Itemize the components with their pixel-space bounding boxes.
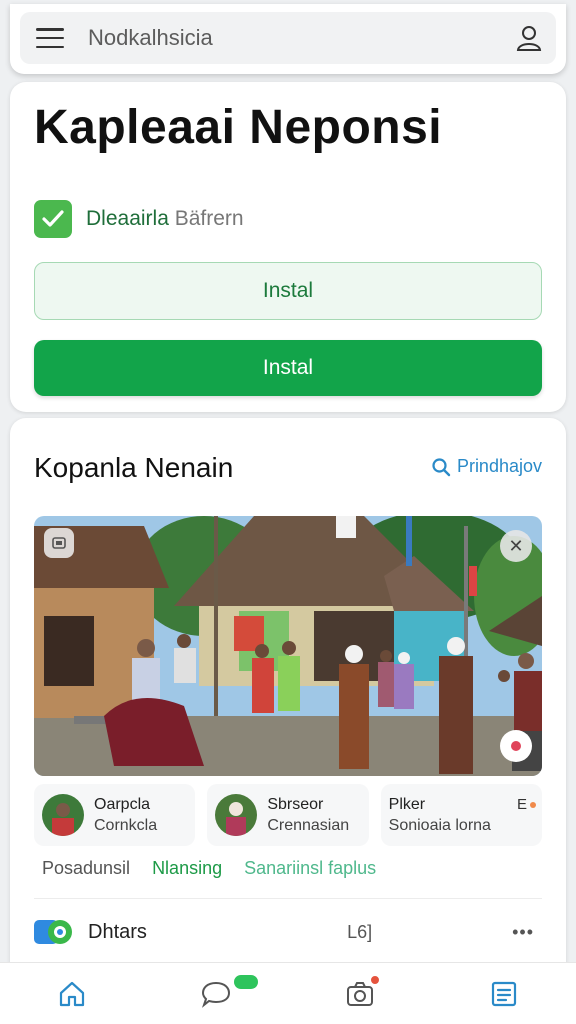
consent-checkbox-row[interactable]: Dleaairla Bäfrern bbox=[34, 200, 244, 238]
user-profile-icon[interactable] bbox=[514, 23, 544, 53]
profile-chip[interactable]: Oarpcla Cornkcla bbox=[34, 784, 196, 846]
nav-list[interactable] bbox=[432, 963, 576, 1024]
chip-subtitle: Sonioaia lorna bbox=[388, 817, 491, 834]
hamburger-menu-icon[interactable] bbox=[36, 28, 64, 48]
search-input[interactable]: Nodkalhsicia bbox=[88, 25, 514, 51]
search-icon bbox=[432, 457, 451, 476]
hero-photo[interactable]: ✕ bbox=[34, 516, 542, 776]
bottom-navigation bbox=[0, 962, 576, 1024]
list-icon bbox=[491, 981, 517, 1006]
profile-chip[interactable]: Plker Sonioaia lorna E bbox=[380, 784, 542, 846]
avatar bbox=[42, 794, 84, 836]
nav-home[interactable] bbox=[0, 963, 144, 1024]
divider bbox=[34, 898, 542, 899]
tab-posadunsil[interactable]: Posadunsil bbox=[42, 858, 130, 879]
section-title: Kopanla Nenain bbox=[34, 452, 234, 483]
record-icon[interactable] bbox=[500, 730, 532, 762]
profile-chip[interactable]: Sbrseor Crennasian bbox=[207, 784, 369, 846]
nav-camera[interactable] bbox=[288, 963, 432, 1024]
tab-sanariinsl[interactable]: Sanariinsl faplus bbox=[244, 858, 376, 879]
top-app-bar: Nodkalhsicia bbox=[10, 4, 566, 74]
checkbox-label: Dleaairla Bäfrern bbox=[86, 207, 244, 230]
chip-subtitle: Crennasian bbox=[267, 817, 350, 834]
install-outline-button[interactable]: Instal bbox=[34, 262, 542, 320]
chip-title: Sbrseor bbox=[267, 796, 324, 813]
list-item[interactable]: Dhtars L6] ••• bbox=[34, 912, 542, 952]
list-item-label: Dhtars bbox=[88, 920, 147, 943]
search-bar[interactable]: Nodkalhsicia bbox=[20, 12, 556, 64]
camera-badge bbox=[370, 975, 380, 985]
gallery-badge-icon[interactable] bbox=[44, 528, 74, 558]
app-icon bbox=[34, 917, 74, 947]
avatar bbox=[215, 794, 258, 836]
section-link-label: Prindhajov bbox=[456, 456, 542, 476]
tab-nlansing[interactable]: Nlansing bbox=[152, 858, 222, 879]
page-title: Kapleaai Neponsi bbox=[34, 101, 443, 154]
chat-icon bbox=[201, 981, 231, 1008]
close-icon[interactable]: ✕ bbox=[500, 530, 532, 562]
village-street-image bbox=[34, 516, 542, 776]
profile-chips: Oarpcla Cornkcla Sbrseor Crennasian Plke… bbox=[34, 784, 542, 846]
chip-title: Oarpcla bbox=[94, 796, 151, 813]
chat-badge bbox=[234, 975, 258, 989]
install-card: Kapleaai Neponsi Dleaairla Bäfrern Insta… bbox=[10, 82, 566, 412]
chip-subtitle: Cornkcla bbox=[94, 817, 158, 834]
section-link[interactable]: Prindhajov bbox=[431, 456, 542, 477]
chip-extra: E bbox=[517, 796, 536, 813]
filter-tabs: Posadunsil Nlansing Sanariinsl faplus bbox=[42, 858, 376, 879]
home-icon bbox=[59, 981, 85, 1006]
notification-dot bbox=[529, 802, 536, 809]
nav-chat[interactable] bbox=[144, 963, 288, 1024]
install-primary-button[interactable]: Instal bbox=[34, 340, 542, 396]
feed-card: Kopanla Nenain Prindhajov ✕ Oarpcla Corn… bbox=[10, 418, 566, 1024]
list-item-count: L6] bbox=[347, 921, 373, 942]
checkmark-icon bbox=[42, 210, 64, 227]
consent-checkbox[interactable] bbox=[34, 200, 72, 238]
chip-title: Plker bbox=[388, 796, 426, 813]
more-icon[interactable]: ••• bbox=[512, 922, 534, 943]
